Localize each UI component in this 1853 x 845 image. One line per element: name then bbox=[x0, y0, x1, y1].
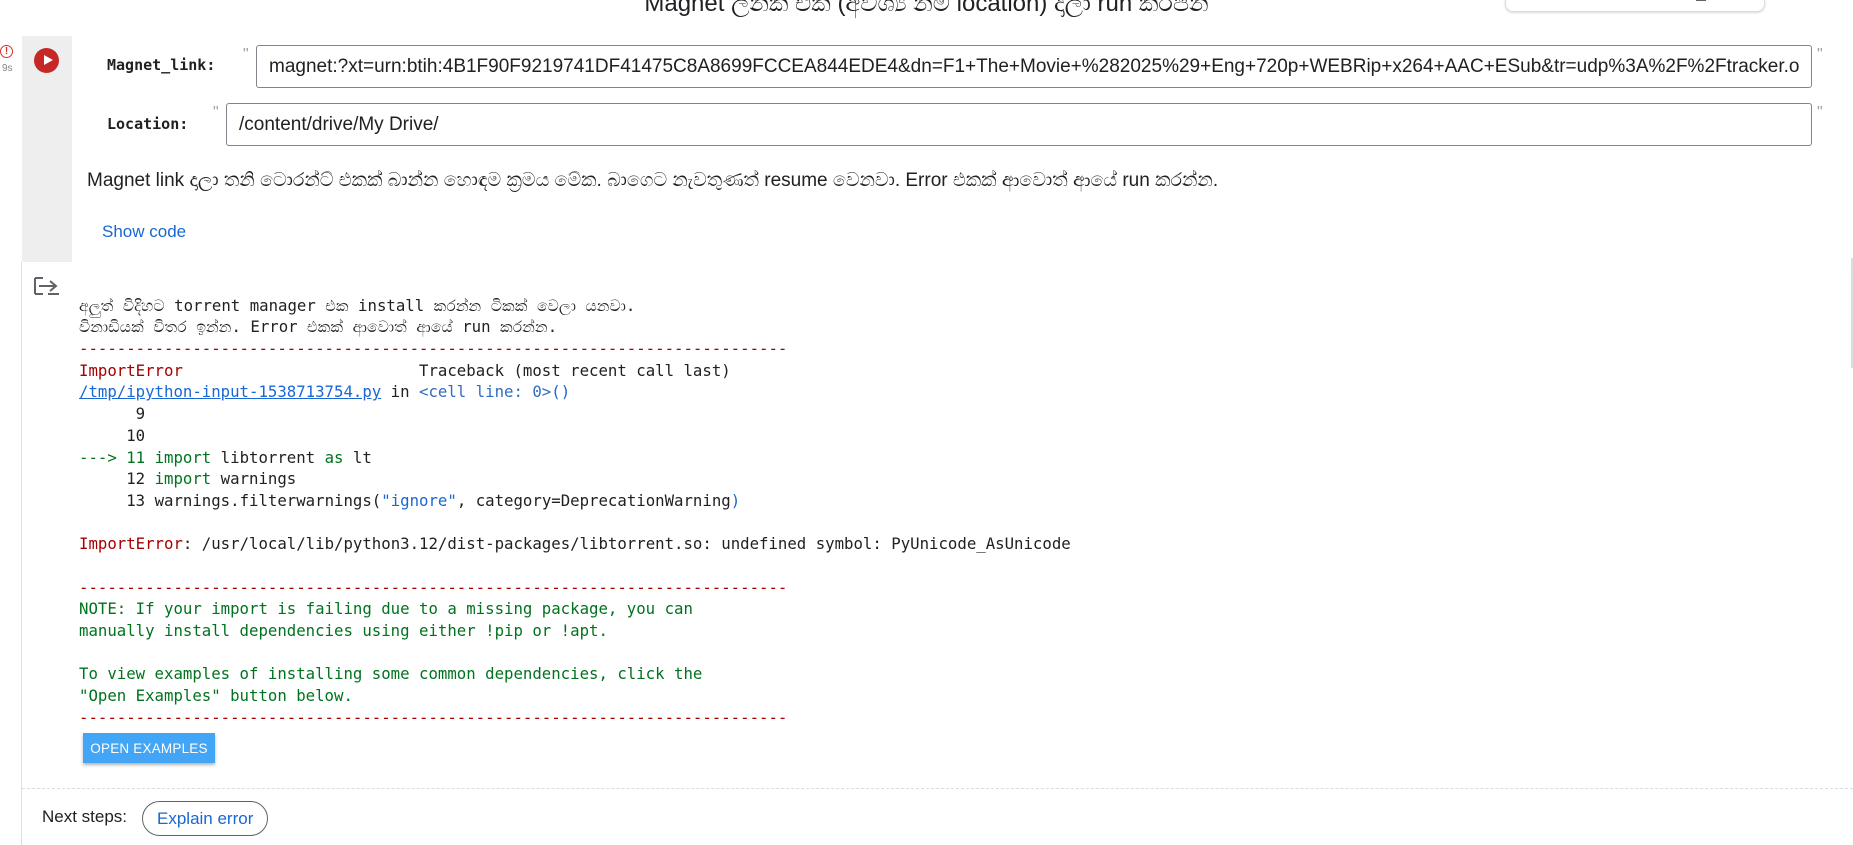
traceback-header: Traceback (most recent call last) bbox=[419, 360, 731, 380]
note-line-3: To view examples of installing some comm… bbox=[79, 664, 703, 684]
code-line-10: 10 bbox=[79, 425, 146, 445]
quote-close: " bbox=[1817, 46, 1823, 63]
separator-dashes: ----------------------------------------… bbox=[79, 707, 788, 727]
output-intro-line-2: විනාඩියක් විතර ඉන්න. Error එකක් ආවොත් ආය… bbox=[79, 317, 558, 337]
keyword-as: as bbox=[324, 447, 344, 467]
next-steps-label: Next steps: bbox=[42, 807, 128, 826]
code-text: lt bbox=[343, 447, 372, 467]
line-number: 13 bbox=[79, 490, 155, 510]
error-circle-icon: ! bbox=[0, 45, 13, 58]
magnet-link-label: Magnet_link: bbox=[107, 56, 216, 74]
separator-dashes: ----------------------------------------… bbox=[79, 339, 788, 359]
cell-divider bbox=[22, 788, 1853, 789]
quote-close: " bbox=[1817, 104, 1823, 121]
error-arrow: ---> 11 bbox=[79, 447, 155, 467]
location-input[interactable] bbox=[226, 103, 1812, 146]
cell-reference: <cell line: 0> bbox=[419, 382, 552, 402]
explain-error-button[interactable]: Explain error bbox=[142, 801, 269, 836]
error-message-label: ImportError bbox=[79, 534, 183, 554]
toolbar-box[interactable] bbox=[1505, 0, 1765, 12]
in-word: in bbox=[381, 382, 420, 402]
error-message: : /usr/local/lib/python3.12/dist-package… bbox=[182, 534, 1071, 554]
cell-reference-parens: () bbox=[551, 382, 571, 402]
keyword-import: import bbox=[154, 469, 212, 489]
traceback-file-line: /tmp/ipython-input-1538713754.py in <cel… bbox=[79, 381, 1071, 403]
code-line-13: 13 warnings.filterwarnings("ignore", cat… bbox=[79, 490, 1071, 512]
separator-dashes: ----------------------------------------… bbox=[79, 577, 788, 597]
code-line-11: ---> 11 import libtorrent as lt bbox=[79, 447, 1071, 469]
open-examples-button[interactable]: OPEN EXAMPLES bbox=[83, 733, 215, 763]
note-line-2: manually install dependencies using eith… bbox=[79, 621, 608, 641]
location-label: Location: bbox=[107, 115, 189, 133]
traceback-header-line: ImportError Traceback (most recent call … bbox=[79, 360, 1071, 382]
keyword-import: import bbox=[154, 447, 212, 467]
execution-time: 9s bbox=[2, 63, 13, 74]
code-paren: ) bbox=[730, 490, 741, 510]
run-button[interactable] bbox=[34, 48, 59, 73]
show-code-link[interactable]: Show code bbox=[102, 222, 186, 242]
output-text: අලුත් විදිහට torrent manager එක install … bbox=[79, 273, 1071, 750]
magnet-link-input[interactable] bbox=[256, 45, 1812, 88]
code-line-12: 12 import warnings bbox=[79, 468, 1071, 490]
cell-description: Magnet link දාලා තනි ටොරන්ට් එකක් බාන්න … bbox=[87, 170, 1219, 191]
error-name: ImportError bbox=[79, 360, 183, 380]
note-line-1: NOTE: If your import is failing due to a… bbox=[79, 599, 693, 619]
note-line-4: "Open Examples" button below. bbox=[79, 686, 353, 706]
code-text: warnings.filterwarnings( bbox=[154, 490, 382, 510]
quote-open: " bbox=[243, 46, 249, 63]
error-message-line: ImportError: /usr/local/lib/python3.12/d… bbox=[79, 533, 1071, 555]
code-text: libtorrent bbox=[211, 447, 325, 467]
toolbar-icon bbox=[1696, 0, 1706, 1]
code-string: "ignore" bbox=[381, 490, 457, 510]
output-intro-line-1: අලුත් විදිහට torrent manager එක install … bbox=[79, 295, 636, 315]
file-link[interactable]: /tmp/ipython-input-1538713754.py bbox=[79, 382, 381, 401]
output-collapse-icon[interactable] bbox=[34, 275, 60, 297]
left-rail bbox=[21, 262, 22, 845]
code-text: , category=DeprecationWarning bbox=[456, 490, 731, 510]
code-text: warnings bbox=[211, 469, 297, 489]
quote-open: " bbox=[213, 104, 219, 121]
code-line-9: 9 bbox=[79, 404, 146, 424]
line-number: 12 bbox=[79, 469, 155, 489]
